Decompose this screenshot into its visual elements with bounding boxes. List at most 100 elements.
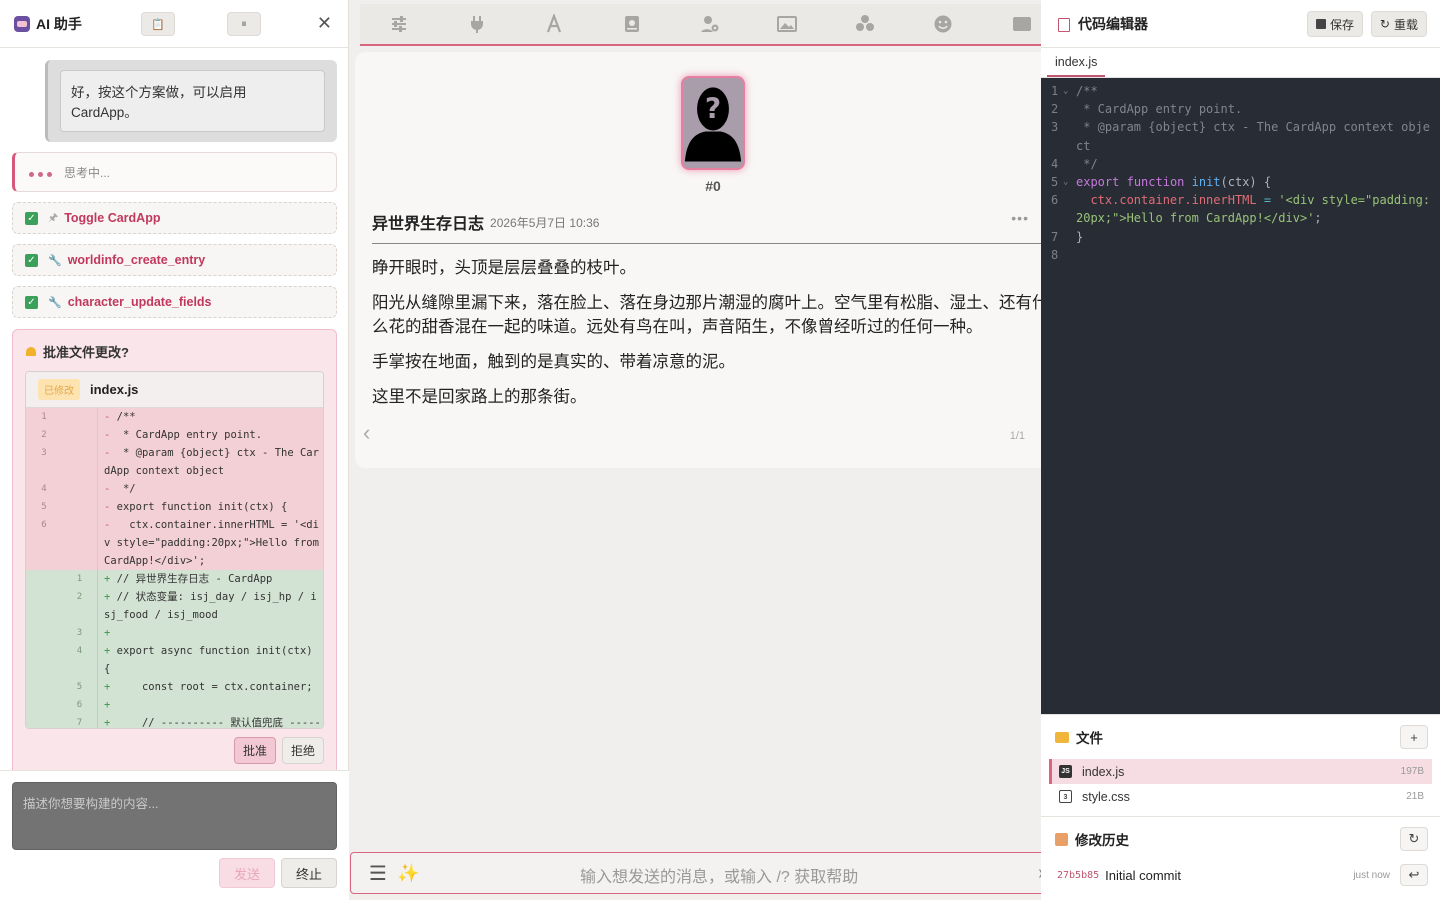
line-number [62, 498, 98, 516]
pause-button[interactable]: ⏸ [227, 12, 261, 36]
close-icon[interactable]: ✕ [317, 14, 332, 32]
diff-line-removed: 4 - */ [26, 480, 323, 498]
tool-name: character_update_fields [67, 295, 212, 309]
tab-index-js[interactable]: index.js [1047, 49, 1106, 77]
minus-sign: - [104, 519, 117, 531]
tool-call-character-update[interactable]: ✓ 🔧 character_update_fields [12, 286, 337, 318]
composer: 描述你想要构建的内容... 发送 终止 [0, 770, 349, 900]
bell-icon [25, 346, 37, 358]
reload-button[interactable]: ↻ 重载 [1370, 11, 1427, 37]
diff-code: + [98, 696, 323, 714]
line-number: 2 [62, 588, 98, 624]
commit-item[interactable]: 27b5b85 Initial commit just now ↩ [1041, 861, 1440, 889]
smile-icon[interactable] [904, 14, 982, 34]
undo-icon: ↩ [1408, 867, 1420, 882]
diff-code: + export async function init(ctx) { [98, 642, 323, 678]
tool-call-worldinfo[interactable]: ✓ 🔧 worldinfo_create_entry [12, 244, 337, 276]
diff-code: + const root = ctx.container; [98, 678, 323, 696]
top-toolbar [360, 4, 1041, 46]
file-size: 21B [1406, 791, 1424, 802]
tool-name: Toggle CardApp [64, 211, 161, 225]
prompt-input[interactable]: 描述你想要构建的内容... [12, 782, 337, 850]
diff-line-added: 3 + [26, 624, 323, 642]
code-editor-header: 代码编辑器 保存 ↻ 重载 [1041, 0, 1440, 48]
code-editor-panel: 代码编辑器 保存 ↻ 重载 index.js 1 ⌄/** 2 * CardApp… [1041, 0, 1440, 900]
more-options-icon[interactable]: ••• [1011, 210, 1029, 226]
plus-sign: + [104, 699, 117, 711]
book-icon[interactable] [593, 14, 671, 34]
font-icon[interactable] [515, 14, 593, 34]
file-item-style-css[interactable]: 3 style.css 21B [1049, 784, 1432, 809]
message-input[interactable]: 输入想发送的消息，或输入 /? 获取帮助 [580, 863, 858, 887]
history-section: 修改历史 ↻ 27b5b85 Initial commit just now ↩ [1041, 816, 1440, 900]
reload-icon: ↻ [1379, 17, 1390, 31]
pause-icon: ⏸ [241, 17, 247, 30]
diff-code-text: */ [116, 483, 136, 495]
diff-line-added: 5 + const root = ctx.container; [26, 678, 323, 696]
line-number [26, 678, 62, 696]
character-avatar[interactable]: ? #0 [681, 76, 745, 194]
ai-assistant-title: AI 助手 [36, 15, 82, 32]
message-text: 睁开眼时，头顶是层层叠叠的枝叶。 阳光从缝隙里漏下来，落在脸上、落在身边那片潮湿… [372, 256, 1041, 420]
clipboard-button[interactable]: 📋 [141, 12, 175, 36]
reload-label: 重载 [1393, 17, 1418, 32]
swipe-left-chevron-icon[interactable]: ‹ [363, 420, 370, 446]
line-number [26, 588, 62, 624]
robot-icon [14, 15, 30, 32]
sliders-icon[interactable] [360, 14, 438, 34]
avatar: ? [681, 76, 745, 170]
plug-icon[interactable] [438, 14, 516, 34]
diff-line-added: 4 + export async function init(ctx) { [26, 642, 323, 678]
svg-text:?: ? [705, 92, 721, 125]
chat-history[interactable]: 好，按这个方案做，可以启用 CardApp。 思考中... ✓ 🖈 Toggle… [0, 48, 349, 770]
save-label: 保存 [1329, 17, 1354, 32]
diff-code: - export function init(ctx) { [98, 498, 323, 516]
minus-sign: - [104, 501, 117, 513]
magic-wand-icon[interactable]: ✨ [397, 863, 419, 884]
plus-sign: + [104, 573, 117, 585]
send-button[interactable]: 发送 [219, 858, 275, 888]
diff-view: 已修改 index.js 1 - /** 2 - * CardApp entry po… [25, 371, 324, 729]
approve-button[interactable]: 批准 [233, 737, 276, 764]
save-button[interactable]: 保存 [1306, 11, 1363, 37]
diff-code-text: // 状态变量: isj_day / isj_hp / isj_food / i… [104, 591, 317, 621]
menu-bars-icon[interactable]: ☰ [369, 861, 387, 886]
plus-sign: + [104, 627, 117, 639]
reject-button[interactable]: 拒绝 [281, 737, 324, 764]
line-number [26, 642, 62, 678]
tool-call-toggle-cardapp[interactable]: ✓ 🖈 Toggle CardApp [12, 202, 337, 234]
diff-line-removed: 2 - * CardApp entry point. [26, 426, 323, 444]
wrench-icon: 🔧 [48, 296, 62, 309]
minus-sign: - [104, 483, 117, 495]
line-number [62, 444, 98, 480]
message-id: #0 [705, 178, 721, 194]
minus-sign: - [104, 411, 117, 423]
message-header: 异世界生存日志 2026年5月7日 10:36 ••• ✎ [372, 210, 1041, 244]
id-card-icon[interactable] [982, 14, 1042, 34]
image-icon[interactable] [748, 14, 826, 34]
add-file-button[interactable]: + [1400, 725, 1428, 749]
message-paragraph: 这里不是回家路上的那条街。 [372, 388, 587, 406]
file-item-index-js[interactable]: JS index.js 197B [1049, 759, 1432, 784]
code-editor[interactable]: 1 ⌄/** 2 * CardApp entry point. 3 * @para… [1041, 78, 1440, 714]
user-cog-icon[interactable] [671, 14, 749, 34]
line-number: 3 [41, 448, 47, 458]
cubes-icon[interactable] [826, 14, 904, 34]
line-number [62, 426, 98, 444]
line-number [26, 570, 62, 588]
diff-line-removed: 6 - ctx.container.innerHTML = '<div style… [26, 516, 323, 570]
fold-chevron-icon[interactable]: ⌄ [1063, 173, 1068, 191]
refresh-history-button[interactable]: ↻ [1400, 827, 1428, 851]
chat-message: ? #0 异世界生存日志 2026年5月7日 10:36 ••• ✎ 睁开眼时，… [355, 52, 1041, 468]
commit-message: Initial commit [1105, 867, 1182, 883]
stop-button[interactable]: 终止 [281, 858, 337, 888]
revert-button[interactable]: ↩ [1400, 864, 1428, 886]
js-file-icon: JS [1059, 765, 1072, 778]
diff-code-text: /** [116, 411, 136, 423]
files-section: 文件 + JS index.js 197B 3 style.css 21B [1041, 714, 1440, 816]
fold-chevron-icon[interactable]: ⌄ [1063, 82, 1068, 100]
diff-body: 1 - /** 2 - * CardApp entry point. 3 - * @par… [26, 408, 323, 728]
diff-line-added: 1 + // 异世界生存日志 - CardApp [26, 570, 323, 588]
file-name: index.js [1082, 764, 1125, 779]
editor-tabs: index.js [1041, 48, 1440, 78]
